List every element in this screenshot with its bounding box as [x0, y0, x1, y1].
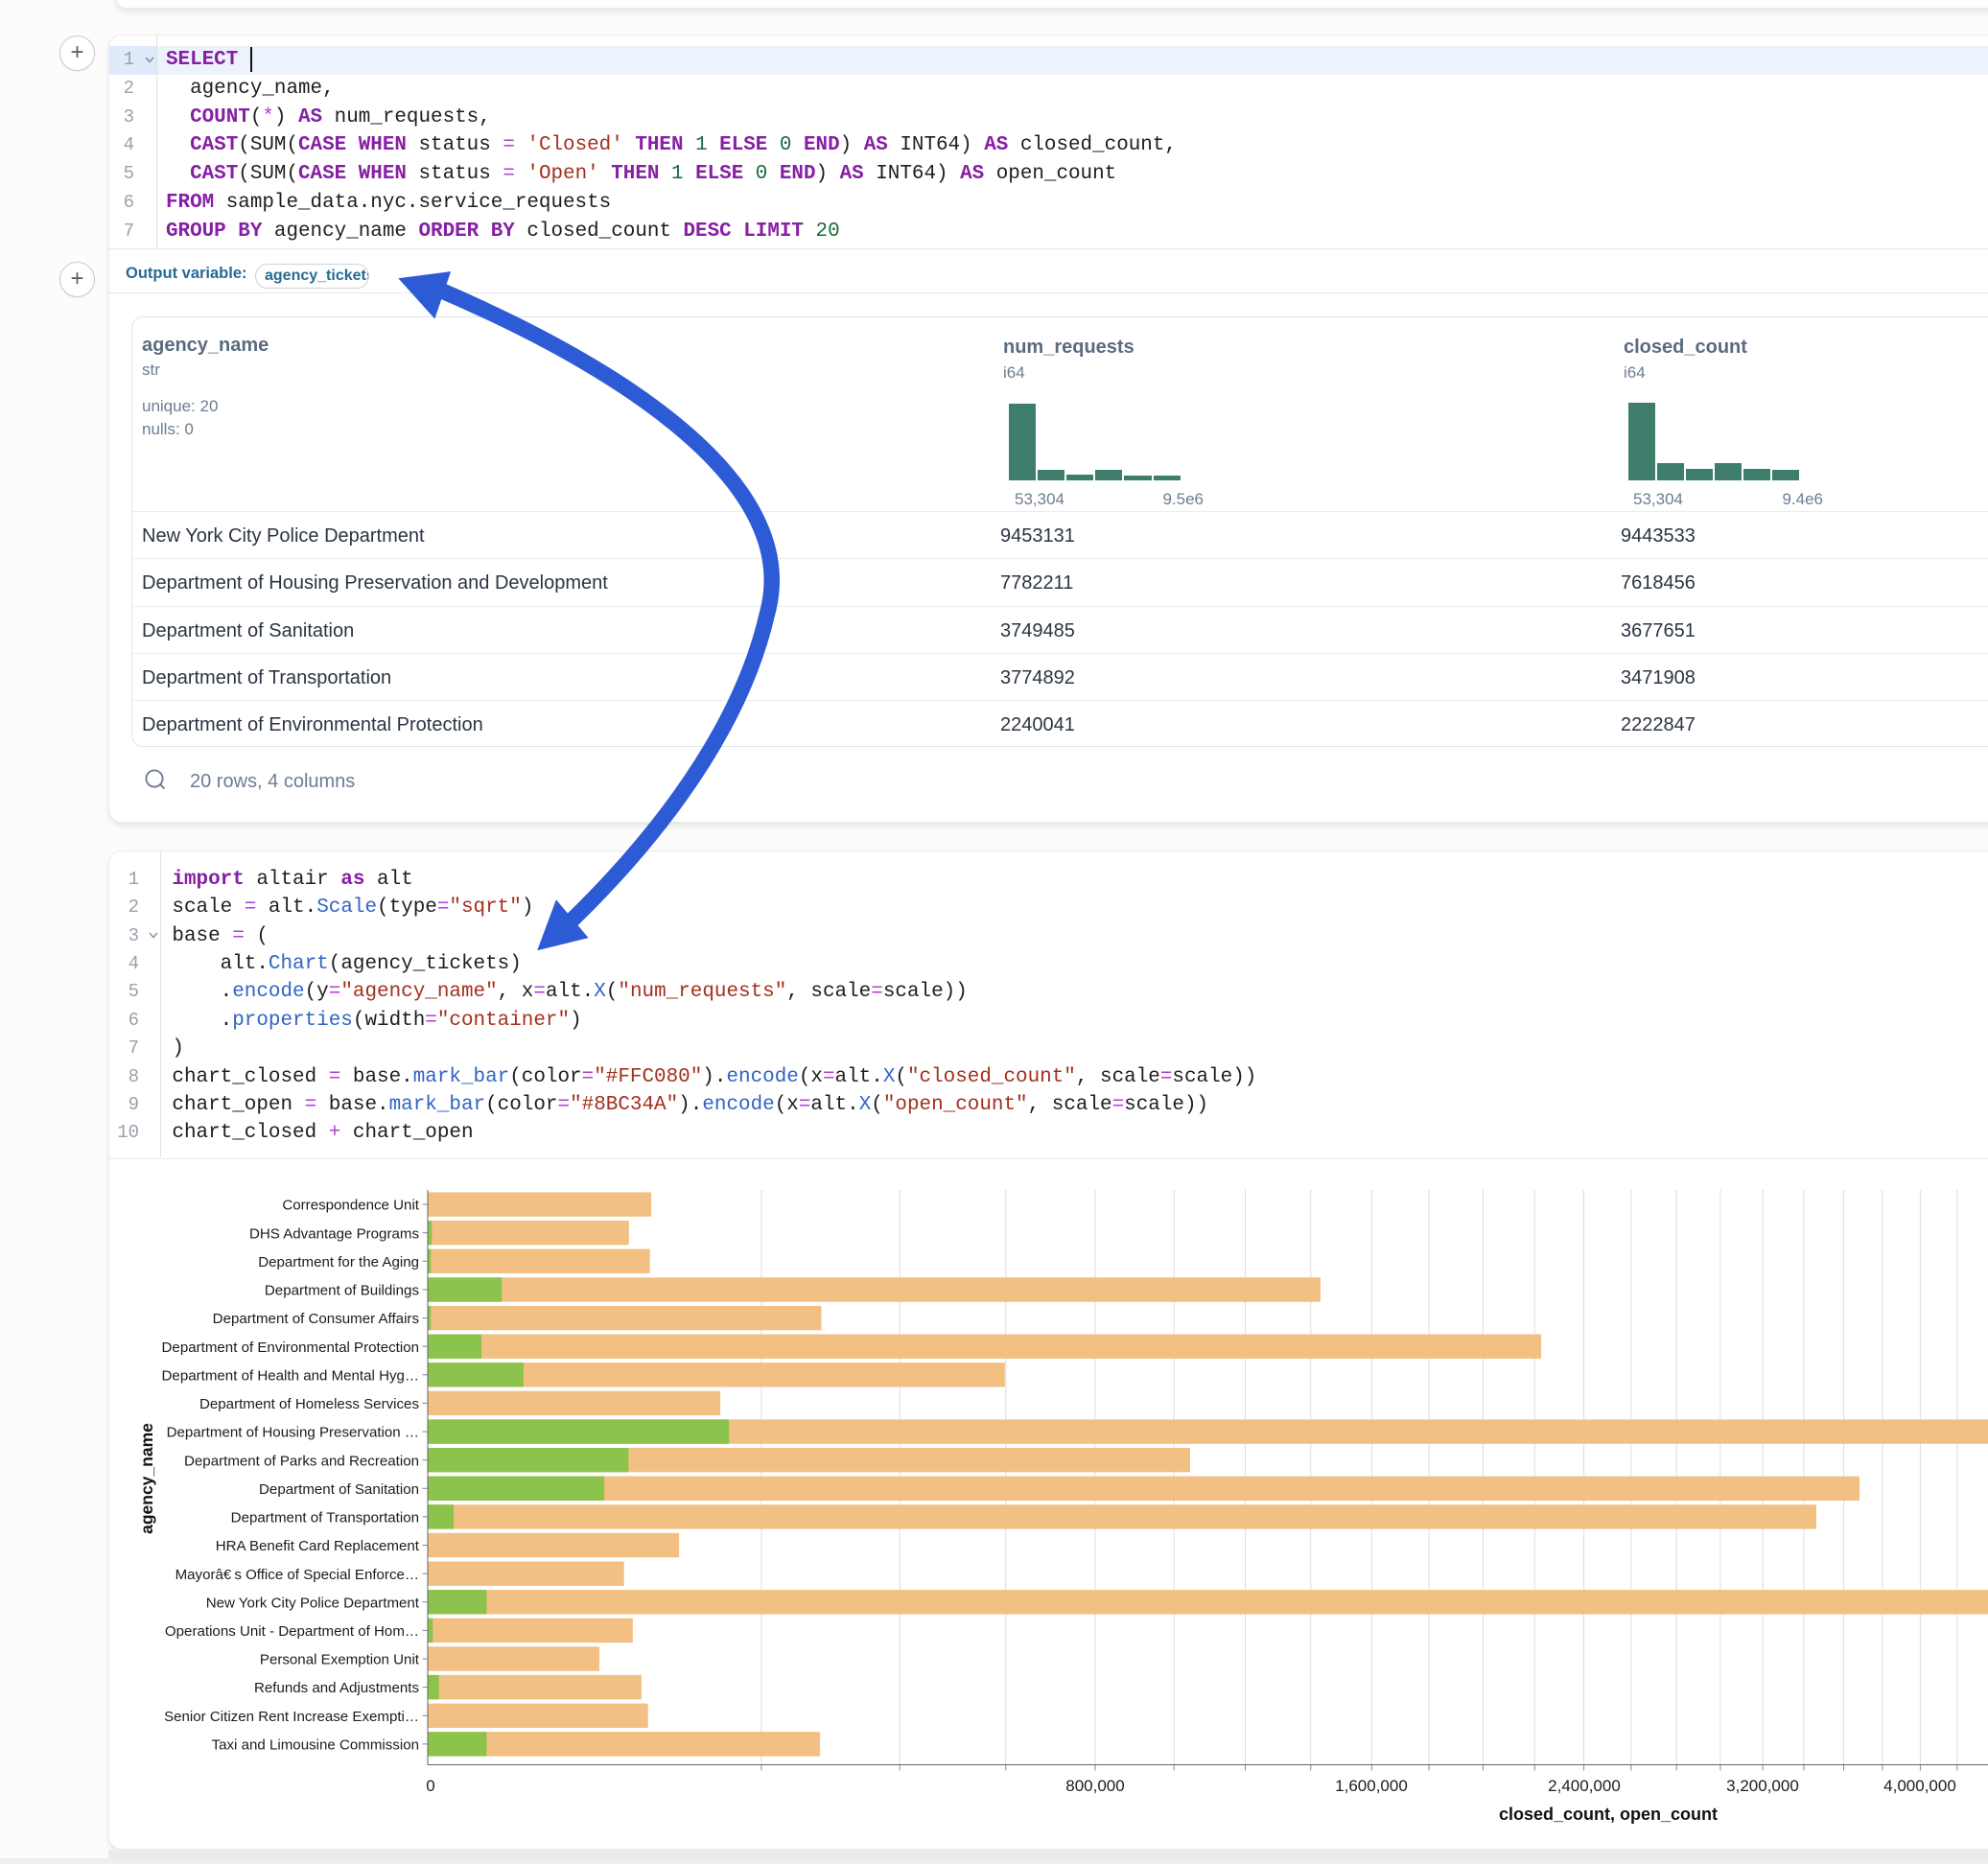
svg-text:New York City Police Departmen: New York City Police Department	[206, 1595, 420, 1611]
svg-text:Department for the Aging: Department for the Aging	[258, 1254, 419, 1270]
svg-text:Senior Citizen Rent Increase E: Senior Citizen Rent Increase Exempti…	[164, 1709, 419, 1725]
svg-text:800,000: 800,000	[1065, 1777, 1124, 1795]
svg-text:agency_name: agency_name	[137, 1423, 156, 1534]
svg-text:Taxi and Limousine Commission: Taxi and Limousine Commission	[212, 1737, 419, 1754]
svg-text:Refunds and Adjustments: Refunds and Adjustments	[254, 1680, 419, 1696]
svg-text:Operations Unit - Department o: Operations Unit - Department of Hom…	[165, 1623, 419, 1640]
svg-text:closed_count, open_count: closed_count, open_count	[1499, 1805, 1718, 1824]
svg-text:Department of Housing Preserva: Department of Housing Preservation …	[167, 1425, 419, 1441]
svg-text:Department of Environmental Pr: Department of Environmental Protection	[162, 1340, 419, 1356]
svg-text:HRA Benefit Card Replacement: HRA Benefit Card Replacement	[216, 1538, 420, 1554]
svg-text:Department of Buildings: Department of Buildings	[265, 1283, 419, 1299]
svg-text:3,200,000: 3,200,000	[1726, 1777, 1799, 1795]
svg-text:4,000,000: 4,000,000	[1883, 1777, 1956, 1795]
svg-text:DHS Advantage Programs: DHS Advantage Programs	[249, 1225, 419, 1242]
svg-text:Department of Consumer Affairs: Department of Consumer Affairs	[213, 1311, 419, 1327]
svg-text:2,400,000: 2,400,000	[1548, 1777, 1621, 1795]
svg-text:Correspondence Unit: Correspondence Unit	[282, 1198, 419, 1214]
svg-text:Department of Homeless Service: Department of Homeless Services	[199, 1396, 419, 1412]
svg-text:Personal Exemption Unit: Personal Exemption Unit	[260, 1652, 420, 1668]
svg-text:1,600,000: 1,600,000	[1335, 1777, 1408, 1795]
svg-text:Mayorâ€ s Office of Special En: Mayorâ€ s Office of Special Enforce…	[175, 1567, 419, 1583]
svg-text:Department of Health and Menta: Department of Health and Mental Hyg…	[162, 1367, 419, 1384]
svg-text:0: 0	[426, 1777, 434, 1795]
svg-text:Department of Sanitation: Department of Sanitation	[259, 1481, 419, 1498]
svg-text:Department of Parks and Recrea: Department of Parks and Recreation	[184, 1453, 419, 1469]
svg-text:Department of Transportation: Department of Transportation	[231, 1510, 419, 1526]
